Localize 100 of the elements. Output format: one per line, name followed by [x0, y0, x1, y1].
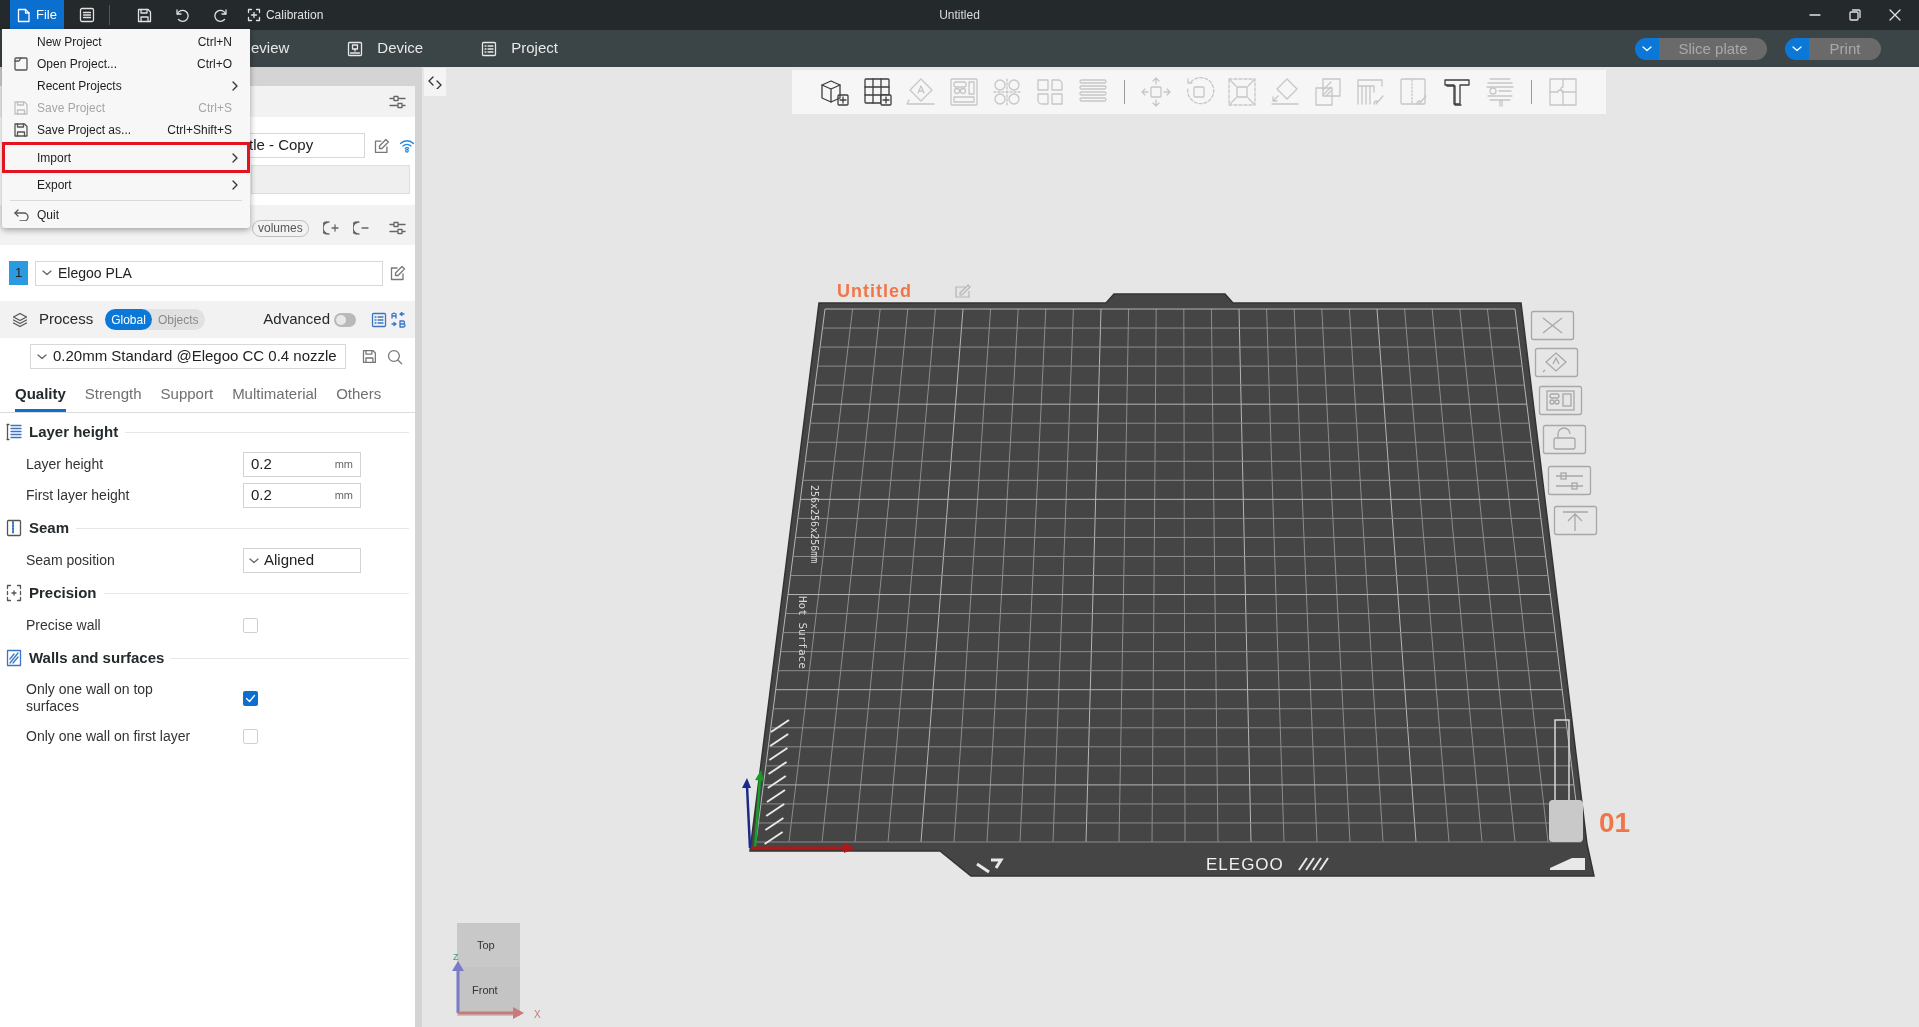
list-icon[interactable] [371, 311, 387, 328]
unit-label: mm [334, 488, 353, 504]
menu-item[interactable]: Export [2, 174, 250, 196]
chevron-right-icon [232, 152, 238, 163]
printer-name: tle - Copy [249, 135, 314, 156]
corner-mark-icon [1550, 858, 1585, 870]
hot-surface-label: Hot Surface [796, 596, 809, 669]
search-icon[interactable] [387, 348, 403, 365]
settings-tab[interactable]: Others [336, 380, 382, 412]
chevron-down-icon [1792, 45, 1802, 52]
view-cube-label[interactable]: Front [472, 984, 498, 996]
move-arrows-icon[interactable] [1140, 76, 1172, 108]
menu-item[interactable]: Quit [2, 204, 250, 226]
settings-tab[interactable]: Multimaterial [232, 380, 318, 412]
list-icon [78, 7, 95, 23]
calibration-icon [246, 8, 261, 22]
menu-item[interactable]: Open Project... Ctrl+O [2, 53, 250, 75]
layers-lines-icon [6, 423, 22, 441]
scale-icon[interactable] [1226, 76, 1258, 108]
section-title: Seam [29, 517, 70, 538]
number-field[interactable]: 0.2 mm [243, 452, 361, 477]
grid-plus-icon[interactable] [862, 76, 894, 108]
sliders-icon[interactable] [389, 93, 406, 110]
file-menu-button[interactable]: File [10, 0, 64, 30]
plate-number: 01 [1599, 807, 1631, 838]
save-button[interactable] [136, 7, 152, 23]
plate-name: Untitled [837, 281, 912, 301]
seam-icon [6, 519, 22, 537]
filament-dropdown[interactable]: Elegoo PLA [35, 260, 383, 286]
edit-icon[interactable] [374, 137, 391, 154]
calibration-button[interactable]: Calibration [246, 6, 324, 24]
filament-slot-number[interactable]: 1 [9, 261, 28, 285]
menu-item[interactable]: New Project Ctrl+N [2, 31, 250, 53]
stripes-mark-icon [1298, 857, 1329, 871]
nav-tab[interactable]: eview [251, 30, 290, 67]
remove-plate-icon[interactable] [352, 220, 369, 236]
bed-size-label: 256x256x256mm [809, 485, 820, 564]
window-icon [14, 57, 28, 71]
menu-item[interactable]: Save Project as... Ctrl+Shift+S [2, 119, 250, 141]
redo-button[interactable] [212, 7, 229, 23]
caliper-icon[interactable] [1484, 76, 1516, 108]
corner-mark-icon [975, 858, 1004, 874]
checkbox[interactable] [243, 690, 258, 706]
setting-label: Only one wall on first layer [25, 728, 192, 745]
settings-tab[interactable]: Support [160, 380, 214, 412]
dropdown[interactable]: Aligned [243, 548, 361, 573]
chevron-down-icon [42, 270, 52, 276]
checkbox[interactable] [243, 729, 258, 744]
dropdown-button[interactable] [1635, 37, 1659, 60]
menu-item[interactable]: Import [2, 142, 250, 173]
menu-icon[interactable] [78, 7, 95, 23]
collapse-panel-button[interactable] [424, 68, 446, 96]
save-icon [14, 123, 28, 137]
diamond-letter-icon[interactable] [905, 76, 937, 108]
setting-label: Layer height [25, 456, 105, 473]
text-icon[interactable] [1441, 76, 1473, 108]
return-icon [13, 209, 29, 221]
dropdown-button[interactable] [1785, 37, 1809, 60]
chevron-down-icon [37, 353, 47, 360]
move-to-top-icon[interactable] [1553, 505, 1598, 536]
menu-item[interactable]: Recent Projects [2, 75, 250, 97]
sliders-icon[interactable] [1547, 465, 1592, 496]
circles-grid-icon[interactable] [991, 76, 1023, 108]
number-field[interactable]: 0.2 mm [243, 483, 361, 508]
restore-icon [1849, 9, 1861, 21]
list-icon [481, 40, 498, 57]
save-icon [14, 101, 28, 115]
scope-tab[interactable]: Global [105, 309, 152, 330]
preset-dropdown[interactable]: 0.20mm Standard @Elegoo CC 0.4 nozzle [30, 344, 347, 369]
puzzle-icon[interactable] [1547, 76, 1579, 108]
edit-icon[interactable] [390, 265, 406, 281]
brand-logo: ELEGOO [1206, 855, 1284, 874]
section-title: Walls and surfaces [29, 647, 165, 668]
chevron-right-icon [232, 180, 238, 190]
settings-tab[interactable]: Strength [84, 380, 142, 412]
wifi-icon[interactable] [399, 138, 415, 153]
save-icon [136, 7, 152, 23]
nav-tab[interactable]: Project [481, 30, 558, 67]
undo-button[interactable] [173, 7, 190, 23]
x-box-icon[interactable] [1530, 310, 1575, 341]
lock-icon[interactable] [1542, 424, 1587, 455]
add-plate-icon[interactable] [322, 220, 339, 236]
view-cube-label[interactable]: Top [477, 939, 495, 951]
sliders-icon[interactable] [389, 220, 406, 236]
settings-tab[interactable]: Quality [15, 380, 66, 412]
advanced-toggle[interactable] [334, 312, 356, 327]
checkbox[interactable] [243, 618, 258, 633]
axis-label: X [534, 1009, 541, 1020]
orient-icon[interactable] [1534, 347, 1579, 378]
arrange-icon[interactable] [1538, 385, 1583, 416]
diamond-arrow-icon[interactable] [1269, 76, 1301, 108]
nav-tab[interactable]: Device [347, 30, 424, 67]
save-icon[interactable] [362, 349, 378, 364]
file-icon [17, 7, 30, 23]
arrange-icon[interactable] [948, 76, 980, 108]
overlapping-squares-icon[interactable] [1312, 76, 1344, 108]
undo-icon [173, 7, 190, 23]
setting-label: Precise wall [25, 617, 102, 634]
compare-icon[interactable] [390, 311, 406, 328]
split-squares-icon[interactable] [1034, 76, 1066, 108]
